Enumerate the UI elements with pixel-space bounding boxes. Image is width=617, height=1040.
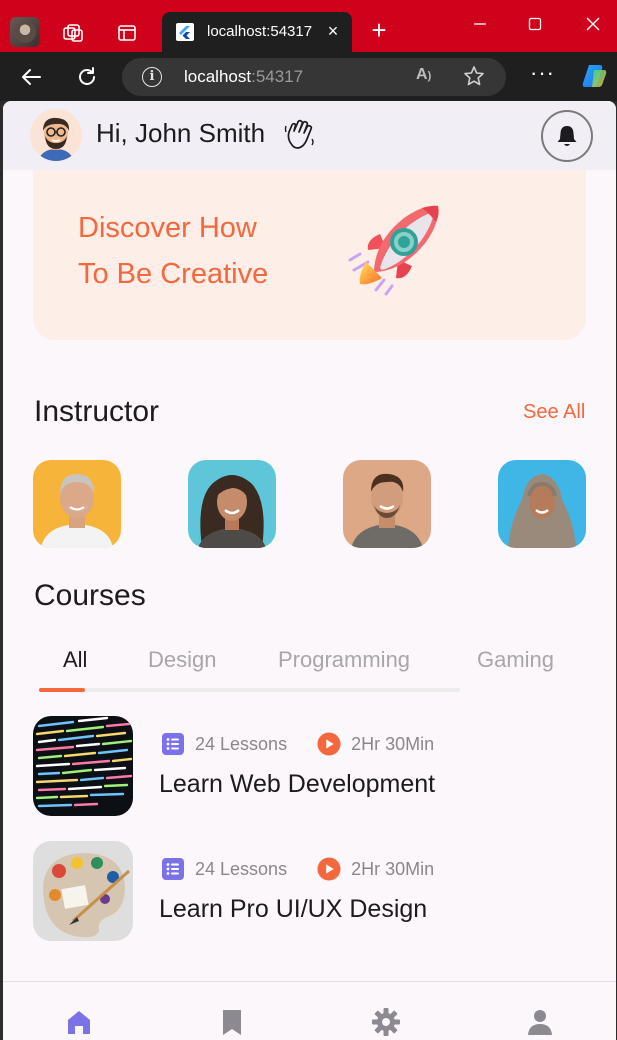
- courses-section-title: Courses: [34, 579, 146, 612]
- back-icon[interactable]: [18, 64, 44, 90]
- see-all-link[interactable]: See All: [523, 401, 585, 424]
- address-bar[interactable]: i localhost:54317 A): [122, 58, 506, 96]
- course-title: Learn Web Development: [159, 770, 436, 798]
- instructor-avatar[interactable]: [33, 460, 121, 548]
- course-duration: 2Hr 30Min: [351, 858, 435, 879]
- lessons-list-icon: [161, 857, 185, 881]
- bottom-navigation: [3, 981, 616, 1040]
- copilot-icon[interactable]: [580, 62, 608, 90]
- course-meta: 24 Lessons 2Hr 30Min: [161, 730, 434, 758]
- bookmark-icon[interactable]: [216, 1006, 248, 1038]
- play-circle-icon: [317, 732, 341, 756]
- lessons-count: 24 Lessons: [195, 733, 288, 754]
- course-duration: 2Hr 30Min: [351, 733, 435, 754]
- tab-design[interactable]: Design: [148, 647, 216, 673]
- address-url[interactable]: localhost:54317: [184, 67, 303, 87]
- course-category-tabs: All Design Programming Gaming: [39, 641, 599, 696]
- bell-icon: [557, 126, 577, 146]
- play-circle-icon: [317, 857, 341, 881]
- profile-icon[interactable]: [524, 1006, 556, 1038]
- promo-banner[interactable]: Discover How To Be Creative: [33, 145, 586, 340]
- instructor-avatar[interactable]: [343, 460, 431, 548]
- site-info-icon[interactable]: i: [142, 67, 162, 87]
- maximize-icon[interactable]: [520, 12, 550, 36]
- browser-tab-active[interactable]: localhost:54317 ×: [162, 12, 352, 52]
- tab-actions-icon[interactable]: [114, 20, 140, 46]
- user-avatar[interactable]: [30, 109, 82, 161]
- course-title: Learn Pro UI/UX Design: [159, 895, 428, 923]
- refresh-icon[interactable]: [74, 64, 100, 90]
- course-thumbnail-palette: [33, 841, 133, 941]
- close-window-icon[interactable]: [578, 12, 608, 36]
- browser-toolbar: i localhost:54317 A) ···: [0, 52, 617, 101]
- tab-gaming[interactable]: Gaming: [477, 647, 554, 673]
- tab-title: localhost:54317: [207, 23, 313, 40]
- course-meta: 24 Lessons 2Hr 30Min: [161, 855, 434, 883]
- instructor-section-title: Instructor: [34, 395, 160, 428]
- profile-thumbnail[interactable]: [10, 17, 40, 47]
- banner-title: Discover How To Be Creative: [78, 212, 269, 290]
- window-titlebar: localhost:54317 × +: [0, 0, 617, 52]
- course-thumbnail-code: [33, 716, 133, 816]
- instructor-avatar[interactable]: [498, 460, 586, 548]
- favorite-star-icon[interactable]: [462, 64, 486, 93]
- workspaces-icon[interactable]: [60, 20, 86, 46]
- lessons-count: 24 Lessons: [195, 858, 288, 879]
- flutter-favicon-icon: [176, 23, 194, 41]
- tab-programming[interactable]: Programming: [278, 647, 410, 673]
- settings-icon[interactable]: [370, 1006, 402, 1038]
- notifications-button[interactable]: [541, 110, 593, 162]
- rocket-icon: [346, 200, 446, 305]
- app-header: Hi, John Smith: [3, 101, 616, 170]
- tab-all[interactable]: All: [63, 647, 87, 673]
- minimize-icon[interactable]: [465, 12, 495, 36]
- more-options-icon[interactable]: ···: [530, 62, 555, 84]
- waving-hand-icon: [283, 117, 317, 156]
- read-aloud-icon[interactable]: A): [416, 66, 431, 84]
- course-card[interactable]: 24 Lessons 2Hr 30Min Learn Web Developme…: [33, 716, 593, 816]
- lessons-list-icon: [161, 732, 185, 756]
- greeting-text: Hi, John Smith: [96, 118, 266, 148]
- app-viewport: Discover How To Be Creative Instructor S…: [3, 101, 616, 1040]
- tab-active-indicator: [39, 688, 85, 692]
- home-icon[interactable]: [63, 1006, 95, 1038]
- instructor-avatar[interactable]: [188, 460, 276, 548]
- new-tab-icon[interactable]: +: [366, 17, 392, 44]
- course-card[interactable]: 24 Lessons 2Hr 30Min Learn Pro UI/UX Des…: [33, 841, 593, 941]
- tab-close-icon[interactable]: ×: [324, 22, 342, 40]
- tab-scroll-track: [39, 688, 460, 692]
